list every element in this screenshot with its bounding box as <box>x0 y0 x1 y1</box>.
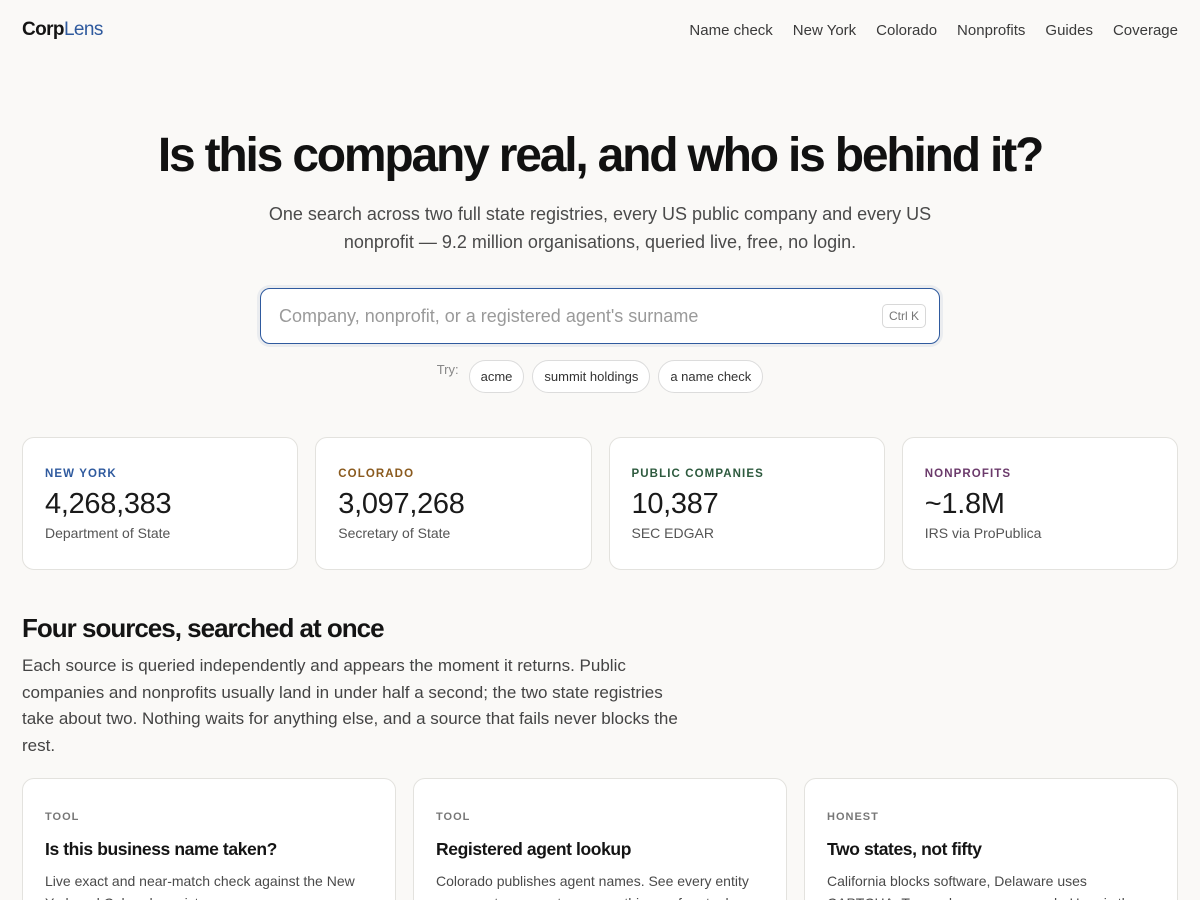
search-box[interactable]: Ctrl K <box>260 288 940 344</box>
stat-label: NEW YORK <box>45 468 117 480</box>
section-title: Four sources, searched at once <box>22 613 385 643</box>
stat-label: NONPROFITS <box>924 468 1012 480</box>
card-body: Live exact and near-match check against … <box>45 873 355 900</box>
stat-label: COLORADO <box>338 468 415 480</box>
nav-link-nonprofits[interactable]: Nonprofits <box>957 22 1025 39</box>
logo-corp: Corp <box>22 19 65 40</box>
card-name-check[interactable]: TOOL Is this business name taken? Live e… <box>22 778 396 900</box>
hero-subtitle: One search across two full state registr… <box>268 204 932 252</box>
feature-cards: TOOL Is this business name taken? Live e… <box>22 778 1178 900</box>
card-title: Is this business name taken? <box>45 839 277 859</box>
try-label: Try: <box>436 362 459 377</box>
card-registered-agent[interactable]: TOOL Registered agent lookup Colorado pu… <box>413 778 787 900</box>
main-nav: Name check New York Colorado Nonprofits … <box>689 22 1178 39</box>
card-two-states[interactable]: HONEST Two states, not fifty California … <box>804 778 1178 900</box>
card-body: California blocks software, Delaware use… <box>827 873 1137 900</box>
top-bar: CorpLens Name check New York Colorado No… <box>0 0 1200 60</box>
stat-value: ~1.8M <box>924 488 1005 520</box>
stats-row: NEW YORK 4,268,383 Department of State C… <box>22 437 1178 570</box>
keyboard-shortcut-badge: Ctrl K <box>882 304 926 328</box>
nav-link-name-check[interactable]: Name check <box>689 22 772 39</box>
card-kicker: TOOL <box>45 811 80 823</box>
stat-source: SEC EDGAR <box>631 525 714 541</box>
logo-lens: Lens <box>63 19 103 40</box>
nav-link-guides[interactable]: Guides <box>1045 22 1093 39</box>
stat-label: PUBLIC COMPANIES <box>631 468 764 480</box>
stat-source: IRS via ProPublica <box>924 525 1042 541</box>
hero-title: Is this company real, and who is behind … <box>157 129 1044 182</box>
card-kicker: TOOL <box>436 811 471 823</box>
section-body: Each source is queried independently and… <box>22 656 678 755</box>
suggestion-chip-name-check[interactable]: a name check <box>658 360 764 393</box>
search-input[interactable] <box>279 305 882 327</box>
stat-card-public-companies[interactable]: PUBLIC COMPANIES 10,387 SEC EDGAR <box>608 437 885 570</box>
suggestion-chip-acme[interactable]: acme <box>468 360 525 393</box>
nav-link-new-york[interactable]: New York <box>793 22 856 39</box>
card-body: Colorado publishes agent names. See ever… <box>436 873 749 900</box>
stat-value: 10,387 <box>631 488 719 520</box>
card-kicker: HONEST <box>827 811 879 823</box>
suggestion-chip-summit-holdings[interactable]: summit holdings <box>532 360 651 393</box>
stat-value: 3,097,268 <box>338 488 465 520</box>
card-title: Two states, not fifty <box>827 839 982 859</box>
card-title: Registered agent lookup <box>436 839 631 859</box>
stat-source: Department of State <box>45 525 171 541</box>
stat-card-new-york[interactable]: NEW YORK 4,268,383 Department of State <box>22 437 299 570</box>
stat-value: 4,268,383 <box>45 488 172 520</box>
logo[interactable]: CorpLens <box>22 19 103 41</box>
stat-card-colorado[interactable]: COLORADO 3,097,268 Secretary of State <box>315 437 592 570</box>
nav-link-colorado[interactable]: Colorado <box>876 22 937 39</box>
stat-source: Secretary of State <box>338 525 451 541</box>
nav-link-coverage[interactable]: Coverage <box>1113 22 1178 39</box>
suggestion-row: Try: acme summit holdings a name check <box>0 360 1200 393</box>
stat-card-nonprofits[interactable]: NONPROFITS ~1.8M IRS via ProPublica <box>901 437 1178 570</box>
